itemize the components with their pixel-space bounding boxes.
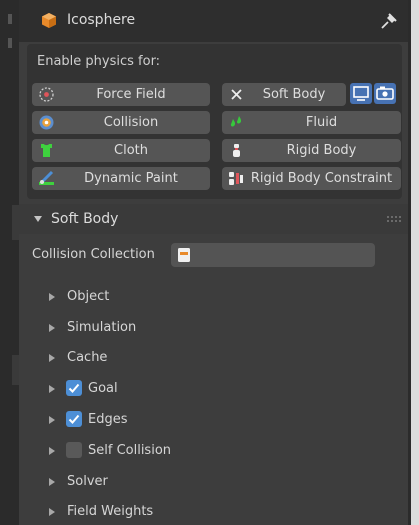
- collection-icon: [178, 248, 190, 262]
- checkmark-icon: [68, 383, 80, 393]
- collapsed-arrow-icon: [49, 385, 55, 393]
- collapsed-arrow-icon: [49, 508, 55, 516]
- subpanel-field-weights[interactable]: Field Weights: [49, 502, 189, 524]
- properties-editor: Icosphere Enable physics for: Force Fiel…: [0, 0, 419, 525]
- rigid-body-button[interactable]: Rigid Body: [222, 139, 401, 162]
- subpanel-simulation[interactable]: Simulation: [49, 318, 169, 340]
- edges-checkbox[interactable]: [66, 411, 82, 427]
- monitor-icon: [353, 86, 369, 101]
- cloth-label: Cloth: [114, 143, 148, 158]
- self-collision-checkbox[interactable]: [66, 442, 82, 458]
- force-field-icon: [39, 87, 54, 102]
- camera-icon: [376, 86, 394, 100]
- physics-properties-panel: Icosphere Enable physics for: Force Fiel…: [19, 0, 408, 525]
- collapsed-arrow-icon: [49, 324, 55, 332]
- brush-icon: [39, 170, 54, 185]
- object-name: Icosphere: [67, 12, 136, 28]
- expand-arrow-icon: [34, 216, 42, 222]
- subpanel-label: Simulation: [67, 320, 137, 335]
- fluid-button[interactable]: Fluid: [222, 111, 401, 134]
- dynamic-paint-button[interactable]: Dynamic Paint: [32, 167, 210, 190]
- subpanel-label: Goal: [88, 381, 118, 396]
- enable-physics-label: Enable physics for:: [37, 54, 161, 69]
- cloth-button[interactable]: Cloth: [32, 139, 210, 162]
- section-title: Soft Body: [51, 211, 119, 227]
- collision-icon: [39, 115, 54, 130]
- subpanel-solver[interactable]: Solver: [49, 472, 169, 494]
- soft-body-label: Soft Body: [262, 87, 326, 102]
- cloth-shirt-icon: [41, 144, 52, 157]
- dynamic-paint-label: Dynamic Paint: [84, 171, 178, 186]
- goal-checkbox[interactable]: [66, 380, 82, 396]
- soft-body-section-header[interactable]: Soft Body: [19, 204, 408, 234]
- object-cube-icon: [42, 13, 56, 28]
- collision-collection-field[interactable]: [171, 243, 375, 267]
- subpanel-label: Edges: [88, 412, 128, 427]
- rigid-body-constraint-label: Rigid Body Constraint: [250, 171, 393, 186]
- collapsed-arrow-icon: [49, 416, 55, 424]
- edge-marker: [8, 14, 12, 24]
- rigid-constraint-icon: [229, 172, 243, 185]
- force-field-button[interactable]: Force Field: [32, 83, 210, 106]
- right-edge-shadow: [408, 0, 411, 525]
- soft-body-render-toggle[interactable]: [374, 83, 396, 104]
- rigid-body-constraint-button[interactable]: Rigid Body Constraint: [222, 167, 401, 190]
- collapsed-arrow-icon: [49, 478, 55, 486]
- soft-body-viewport-toggle[interactable]: [350, 83, 372, 104]
- fluid-label: Fluid: [305, 115, 338, 130]
- rigid-body-icon: [233, 144, 240, 157]
- checkmark-icon: [68, 414, 80, 424]
- soft-body-button[interactable]: Soft Body: [222, 83, 346, 106]
- subpanel-label: Field Weights: [67, 504, 154, 519]
- collapsed-arrow-icon: [49, 293, 55, 301]
- drag-grip-icon[interactable]: [387, 216, 401, 222]
- edge-shade: [12, 205, 19, 240]
- close-x-icon: [231, 89, 242, 100]
- rigid-body-label: Rigid Body: [286, 143, 357, 158]
- collision-label: Collision: [103, 115, 159, 130]
- collapsed-arrow-icon: [49, 354, 55, 362]
- subpanel-label: Self Collision: [88, 443, 172, 458]
- edge-marker: [8, 38, 12, 48]
- left-editor-edge: [0, 0, 19, 525]
- subpanel-cache[interactable]: Cache: [49, 348, 169, 370]
- subpanel-goal[interactable]: Goal: [49, 379, 169, 401]
- subpanel-object[interactable]: Object: [49, 287, 169, 309]
- pin-icon[interactable]: [380, 12, 398, 30]
- force-field-label: Force Field: [96, 87, 166, 102]
- collapsed-arrow-icon: [49, 447, 55, 455]
- subpanel-self-collision[interactable]: Self Collision: [49, 441, 209, 463]
- subpanel-label: Object: [67, 289, 110, 304]
- collision-button[interactable]: Collision: [32, 111, 210, 134]
- right-scroll-edge: [408, 0, 419, 525]
- object-header: Icosphere: [19, 0, 408, 42]
- edge-shade: [12, 355, 19, 385]
- collision-collection-label: Collision Collection: [32, 247, 155, 262]
- subpanel-label: Solver: [67, 474, 108, 489]
- fluid-drops-icon: [230, 116, 242, 127]
- subpanel-edges[interactable]: Edges: [49, 410, 169, 432]
- subpanel-label: Cache: [67, 350, 108, 365]
